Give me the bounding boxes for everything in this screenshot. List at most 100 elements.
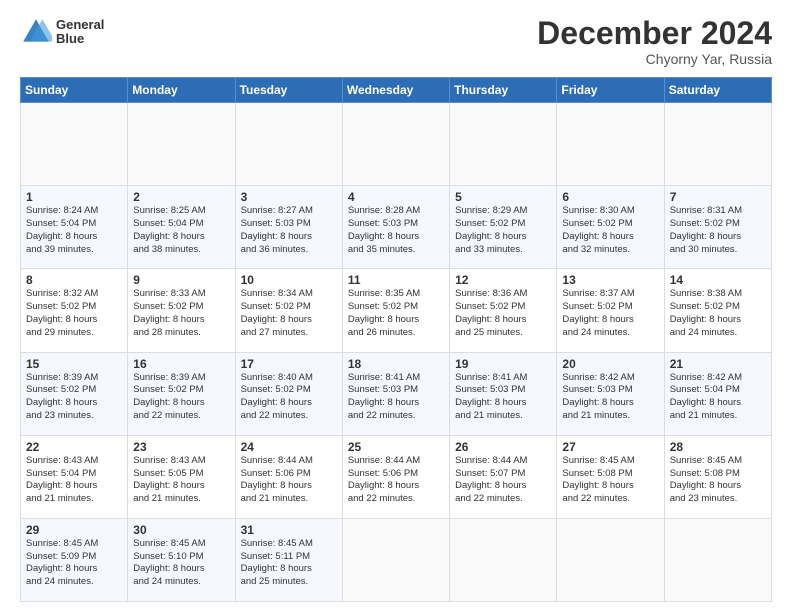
day-info: and 22 minutes. bbox=[133, 410, 229, 423]
day-info: and 23 minutes. bbox=[26, 410, 122, 423]
logo-text: General Blue bbox=[56, 18, 104, 47]
day-info: and 22 minutes. bbox=[562, 493, 658, 506]
calendar-cell bbox=[342, 103, 449, 186]
calendar-cell: 14Sunrise: 8:38 AMSunset: 5:02 PMDayligh… bbox=[664, 269, 771, 352]
day-info: Sunrise: 8:45 AM bbox=[241, 538, 337, 551]
day-info: and 23 minutes. bbox=[670, 493, 766, 506]
day-number: 27 bbox=[562, 440, 658, 454]
day-info: Sunrise: 8:42 AM bbox=[670, 372, 766, 385]
day-info: Sunrise: 8:36 AM bbox=[455, 288, 551, 301]
day-info: Sunrise: 8:30 AM bbox=[562, 205, 658, 218]
day-info: and 28 minutes. bbox=[133, 327, 229, 340]
calendar-cell: 31Sunrise: 8:45 AMSunset: 5:11 PMDayligh… bbox=[235, 518, 342, 601]
day-info: Sunset: 5:02 PM bbox=[241, 384, 337, 397]
day-info: and 30 minutes. bbox=[670, 244, 766, 257]
day-info: Sunset: 5:10 PM bbox=[133, 551, 229, 564]
calendar-cell: 20Sunrise: 8:42 AMSunset: 5:03 PMDayligh… bbox=[557, 352, 664, 435]
calendar-week-row: 22Sunrise: 8:43 AMSunset: 5:04 PMDayligh… bbox=[21, 435, 772, 518]
day-info: Sunrise: 8:35 AM bbox=[348, 288, 444, 301]
day-info: Sunset: 5:04 PM bbox=[133, 218, 229, 231]
weekday-header: Friday bbox=[557, 78, 664, 103]
calendar-cell: 3Sunrise: 8:27 AMSunset: 5:03 PMDaylight… bbox=[235, 186, 342, 269]
day-info: Daylight: 8 hours bbox=[133, 397, 229, 410]
day-info: Sunset: 5:04 PM bbox=[26, 468, 122, 481]
day-info: and 24 minutes. bbox=[670, 327, 766, 340]
calendar-cell bbox=[235, 103, 342, 186]
day-number: 3 bbox=[241, 190, 337, 204]
day-number: 21 bbox=[670, 357, 766, 371]
day-number: 25 bbox=[348, 440, 444, 454]
day-info: Sunset: 5:03 PM bbox=[562, 384, 658, 397]
calendar-cell: 25Sunrise: 8:44 AMSunset: 5:06 PMDayligh… bbox=[342, 435, 449, 518]
header: General Blue December 2024 Chyorny Yar, … bbox=[20, 16, 772, 67]
day-info: Sunrise: 8:25 AM bbox=[133, 205, 229, 218]
calendar-cell: 29Sunrise: 8:45 AMSunset: 5:09 PMDayligh… bbox=[21, 518, 128, 601]
day-info: Sunset: 5:02 PM bbox=[26, 384, 122, 397]
day-number: 28 bbox=[670, 440, 766, 454]
day-number: 29 bbox=[26, 523, 122, 537]
day-info: Sunset: 5:06 PM bbox=[241, 468, 337, 481]
day-info: and 24 minutes. bbox=[562, 327, 658, 340]
day-info: and 21 minutes. bbox=[562, 410, 658, 423]
day-info: Daylight: 8 hours bbox=[26, 231, 122, 244]
day-number: 8 bbox=[26, 273, 122, 287]
day-info: Daylight: 8 hours bbox=[133, 231, 229, 244]
day-info: Sunset: 5:02 PM bbox=[455, 301, 551, 314]
day-info: Sunrise: 8:45 AM bbox=[670, 455, 766, 468]
day-info: Sunset: 5:02 PM bbox=[670, 301, 766, 314]
calendar-cell: 17Sunrise: 8:40 AMSunset: 5:02 PMDayligh… bbox=[235, 352, 342, 435]
day-info: and 22 minutes. bbox=[455, 493, 551, 506]
day-info: Daylight: 8 hours bbox=[133, 314, 229, 327]
day-info: and 35 minutes. bbox=[348, 244, 444, 257]
calendar-header: SundayMondayTuesdayWednesdayThursdayFrid… bbox=[21, 78, 772, 103]
calendar-cell: 4Sunrise: 8:28 AMSunset: 5:03 PMDaylight… bbox=[342, 186, 449, 269]
calendar-cell bbox=[342, 518, 449, 601]
day-info: Daylight: 8 hours bbox=[455, 314, 551, 327]
day-number: 10 bbox=[241, 273, 337, 287]
day-number: 24 bbox=[241, 440, 337, 454]
day-info: Daylight: 8 hours bbox=[26, 314, 122, 327]
day-info: Daylight: 8 hours bbox=[26, 563, 122, 576]
day-number: 14 bbox=[670, 273, 766, 287]
day-info: Sunset: 5:02 PM bbox=[670, 218, 766, 231]
day-info: and 22 minutes. bbox=[241, 410, 337, 423]
day-info: and 22 minutes. bbox=[348, 493, 444, 506]
day-info: and 29 minutes. bbox=[26, 327, 122, 340]
day-info: Sunrise: 8:39 AM bbox=[26, 372, 122, 385]
calendar-cell: 2Sunrise: 8:25 AMSunset: 5:04 PMDaylight… bbox=[128, 186, 235, 269]
weekday-header: Wednesday bbox=[342, 78, 449, 103]
day-info: Sunrise: 8:39 AM bbox=[133, 372, 229, 385]
calendar-cell: 16Sunrise: 8:39 AMSunset: 5:02 PMDayligh… bbox=[128, 352, 235, 435]
calendar-cell: 8Sunrise: 8:32 AMSunset: 5:02 PMDaylight… bbox=[21, 269, 128, 352]
day-info: Sunset: 5:09 PM bbox=[26, 551, 122, 564]
weekday-header: Thursday bbox=[450, 78, 557, 103]
day-info: and 21 minutes. bbox=[241, 493, 337, 506]
day-info: Daylight: 8 hours bbox=[670, 314, 766, 327]
day-info: Sunrise: 8:44 AM bbox=[241, 455, 337, 468]
calendar-table: SundayMondayTuesdayWednesdayThursdayFrid… bbox=[20, 77, 772, 602]
day-info: and 32 minutes. bbox=[562, 244, 658, 257]
day-info: Sunset: 5:11 PM bbox=[241, 551, 337, 564]
day-info: Sunset: 5:07 PM bbox=[455, 468, 551, 481]
day-info: Sunset: 5:02 PM bbox=[133, 301, 229, 314]
calendar-title: December 2024 bbox=[537, 16, 772, 51]
logo: General Blue bbox=[20, 16, 104, 48]
title-block: December 2024 Chyorny Yar, Russia bbox=[537, 16, 772, 67]
calendar-week-row bbox=[21, 103, 772, 186]
day-info: Daylight: 8 hours bbox=[562, 231, 658, 244]
day-info: Sunset: 5:02 PM bbox=[562, 301, 658, 314]
day-info: and 21 minutes. bbox=[670, 410, 766, 423]
day-info: Daylight: 8 hours bbox=[562, 397, 658, 410]
day-info: Sunrise: 8:33 AM bbox=[133, 288, 229, 301]
day-info: Daylight: 8 hours bbox=[241, 480, 337, 493]
calendar-cell bbox=[450, 518, 557, 601]
day-number: 15 bbox=[26, 357, 122, 371]
day-info: and 25 minutes. bbox=[241, 576, 337, 589]
day-info: Sunrise: 8:41 AM bbox=[348, 372, 444, 385]
day-info: Sunrise: 8:31 AM bbox=[670, 205, 766, 218]
day-info: Sunrise: 8:38 AM bbox=[670, 288, 766, 301]
calendar-cell bbox=[664, 518, 771, 601]
day-number: 9 bbox=[133, 273, 229, 287]
day-number: 26 bbox=[455, 440, 551, 454]
day-info: Daylight: 8 hours bbox=[241, 563, 337, 576]
